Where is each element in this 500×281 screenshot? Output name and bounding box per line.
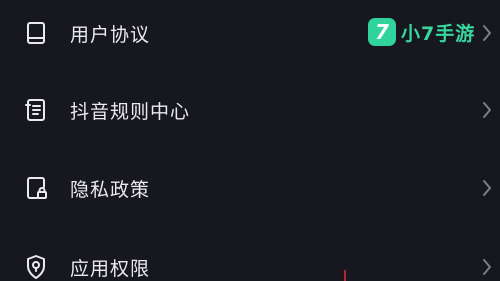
menu-item-rules-center[interactable]: 抖音规则中心 xyxy=(0,82,500,138)
red-mark-artifact xyxy=(344,270,346,281)
chevron-right-icon xyxy=(480,99,494,121)
watermark-badge: 7 xyxy=(368,18,396,46)
shield-location-icon xyxy=(20,251,52,281)
menu-item-label: 抖音规则中心 xyxy=(70,100,191,123)
watermark-text: 小7手游 xyxy=(401,22,476,45)
menu-item-privacy-policy[interactable]: 隐私政策 xyxy=(0,160,500,216)
menu-item-app-permissions[interactable]: 应用权限 xyxy=(0,239,500,281)
menu-item-label: 用户协议 xyxy=(70,23,151,46)
chevron-right-icon xyxy=(480,22,494,44)
settings-screen: 用户协议 抖音规则中心 隐私政策 应用权限 7 小7手游 xyxy=(0,0,500,281)
watermark-logo: 7 小7手游 xyxy=(368,17,475,47)
document-list-icon xyxy=(20,94,52,126)
chevron-right-icon xyxy=(480,177,494,199)
chevron-right-icon xyxy=(480,256,494,278)
lock-document-icon xyxy=(20,172,52,204)
menu-item-label: 应用权限 xyxy=(70,257,151,280)
watermark-badge-text: 7 xyxy=(375,20,389,44)
menu-item-label: 隐私政策 xyxy=(70,178,151,201)
book-icon xyxy=(20,17,52,49)
